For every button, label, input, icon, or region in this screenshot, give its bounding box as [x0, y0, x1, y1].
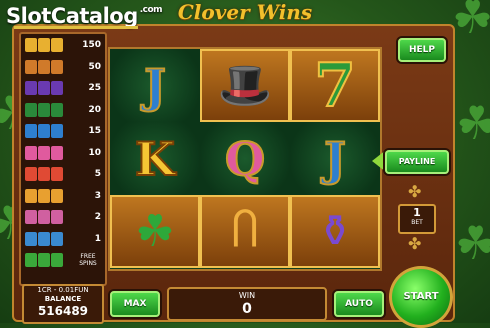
reel-cell: 🎩 [200, 49, 290, 122]
letter-j-icon: J [143, 58, 167, 113]
letter-k-icon [25, 188, 63, 203]
horseshoe-icon: Ⴖ [231, 205, 259, 257]
pot-of-gold-icon [25, 81, 63, 95]
paytable-row: 5 [25, 167, 103, 181]
letter-q-icon [25, 145, 63, 160]
letter-j-small-icon [25, 231, 63, 246]
reel-grid: J 🎩 7 K Q J ☘ Ⴖ ⚱ [110, 49, 380, 269]
paytable-value: 150 [82, 40, 101, 50]
clover-scatter-icon [25, 253, 63, 267]
payline-arrow-icon [372, 150, 386, 172]
start-spin-button[interactable]: START [389, 266, 453, 328]
letter-j-icon [25, 124, 63, 138]
paytable-row: 1 [25, 231, 103, 246]
paytable-row: 150 [25, 38, 103, 52]
paytable-value: 20 [88, 104, 101, 115]
payline-button[interactable]: PAYLINE [385, 150, 449, 174]
reel-cell: K [110, 122, 200, 195]
letter-k-icon: K [134, 131, 176, 186]
paytable-value: 15 [88, 126, 101, 136]
paytable-row: 20 [25, 102, 103, 117]
lucky-seven-icon: 7 [313, 50, 357, 122]
leprechaun-hat-icon [25, 102, 63, 117]
bet-label: BET [411, 219, 423, 226]
game-title: Clover Wins [177, 0, 313, 24]
paytable-row: FREE SPINS [25, 253, 103, 267]
reel-cell: ☘ [110, 195, 200, 268]
watermark-underline [14, 26, 138, 29]
win-label: WIN [238, 291, 256, 300]
paytable-value: 10 [88, 147, 101, 158]
letter-a-icon [25, 167, 63, 181]
paytable-row: 3 [25, 188, 103, 203]
paytable-value: 5 [94, 169, 101, 179]
watermark-brand: SlotCatalog [6, 4, 138, 28]
paytable-value: 1 [94, 233, 101, 244]
clover-decoration-icon: ☘ [456, 96, 490, 150]
letter-j-icon: J [323, 131, 347, 186]
paytable-value: 50 [88, 61, 101, 72]
autoplay-button[interactable]: AUTO [334, 291, 384, 317]
max-bet-button[interactable]: MAX [110, 291, 160, 317]
celtic-knot-icon: ✤ [408, 234, 422, 253]
paytable-row: 25 [25, 81, 103, 95]
celtic-knot-icon: ✤ [408, 182, 422, 201]
win-display: WIN 0 [167, 287, 327, 321]
balance-panel: 1CR - 0.01FUN BALANCE 516489 [22, 284, 104, 324]
reel-cell: Ⴖ [200, 195, 290, 268]
win-value: 0 [242, 301, 252, 317]
reel-cell: ⚱ [290, 195, 380, 268]
letter-q-small-icon [25, 210, 63, 224]
four-leaf-clover-icon: ☘ [135, 205, 175, 257]
reel-cell: Q [200, 122, 290, 195]
paytable-row: 10 [25, 145, 103, 160]
paytable: 150 50 25 20 15 10 5 3 2 1 FREE SPINS [19, 32, 107, 310]
leprechaun-hat-icon: 🎩 [217, 59, 273, 111]
balance-value: 516489 [37, 304, 89, 318]
watermark-logo: SlotCatalog .com [6, 4, 163, 28]
pot-of-gold-icon: ⚱ [316, 205, 354, 257]
letter-q-icon: Q [224, 131, 266, 186]
clover-decoration-icon: ☘ [455, 216, 490, 270]
coin-value: 1CR - 0.01FUN [37, 286, 89, 294]
bet-display[interactable]: 1 BET [398, 204, 436, 234]
paytable-value: 2 [94, 212, 101, 222]
paytable-row: 15 [25, 124, 103, 138]
clover-decoration-icon: ☘ [452, 0, 490, 44]
reel-cell: 7 [290, 49, 380, 122]
balance-label: BALANCE [44, 295, 82, 303]
paytable-value: 3 [94, 190, 101, 201]
paytable-row: 50 [25, 59, 103, 74]
reel-cell: J [290, 122, 380, 195]
paytable-value: 25 [88, 83, 101, 93]
paytable-value: FREE SPINS [79, 253, 97, 267]
horseshoe-icon [25, 59, 63, 74]
reel-cell: J [110, 49, 200, 122]
help-button[interactable]: HELP [398, 38, 446, 62]
paytable-row: 2 [25, 210, 103, 224]
bet-value: 1 [413, 206, 421, 219]
sevens-icon [25, 38, 63, 52]
watermark-suffix: .com [139, 5, 163, 15]
